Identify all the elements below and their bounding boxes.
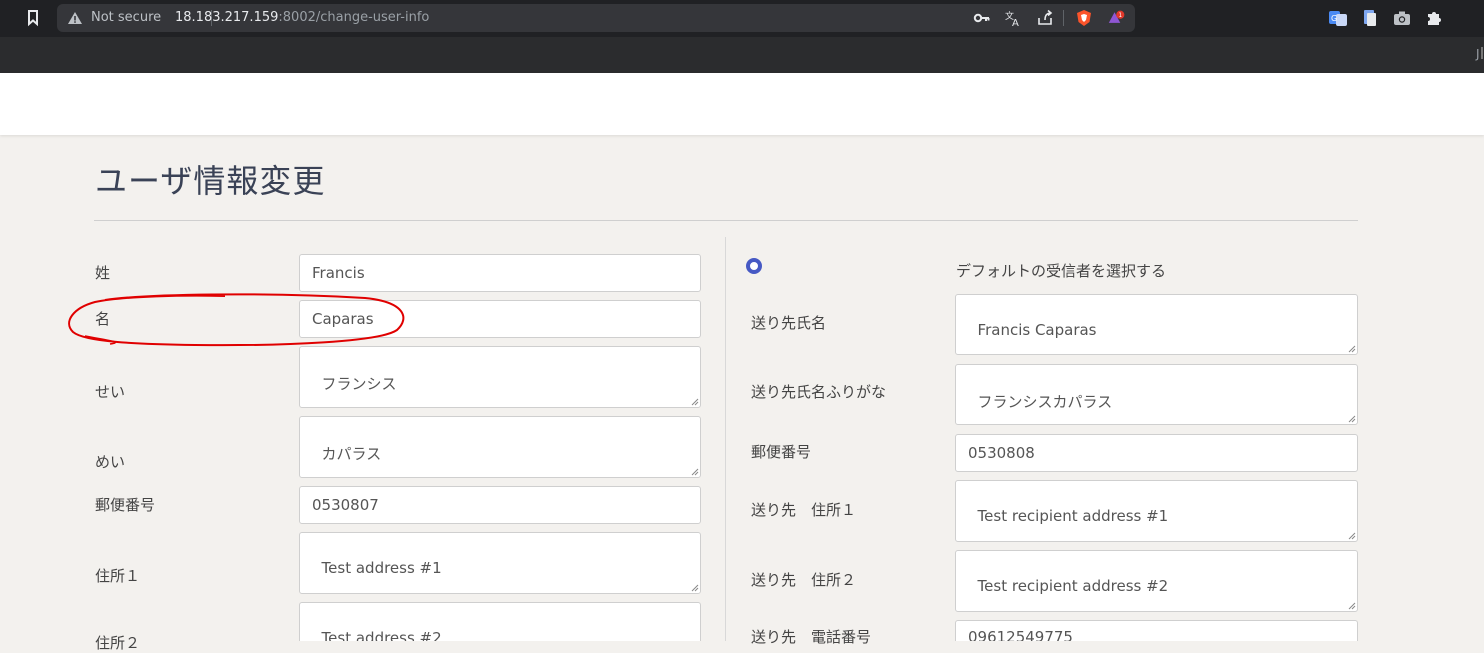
- resize-grip-icon[interactable]: [1347, 414, 1356, 423]
- bookmarks-bar: J: [0, 37, 1484, 73]
- camera-icon[interactable]: [1393, 9, 1411, 27]
- recipient-name-label: 送り先氏名: [751, 314, 827, 332]
- recipient-furigana-label: 送り先氏名ふりがな: [751, 383, 887, 401]
- svg-text:A: A: [1012, 18, 1019, 27]
- recipient-furigana-value: フランシスカパラス: [977, 393, 1113, 411]
- default-recipient-radio[interactable]: [746, 258, 762, 274]
- last-name-label: 姓: [95, 264, 111, 282]
- title-divider: [94, 220, 1358, 221]
- share-icon[interactable]: [1036, 9, 1054, 27]
- site-header: [0, 73, 1484, 135]
- documents-extension-icon[interactable]: [1361, 9, 1379, 27]
- sei-textarea[interactable]: フランシス: [299, 346, 701, 408]
- recipient-name-value: Francis Caparas: [977, 321, 1097, 339]
- recipient-address2-textarea[interactable]: Test recipient address #2: [955, 550, 1358, 612]
- recipient-address2-label: 送り先 住所２: [751, 571, 857, 589]
- browser-toolbar: Not secure 18.183.217.159:8002/change-us…: [0, 0, 1484, 37]
- resize-grip-icon[interactable]: [690, 397, 699, 406]
- mei-textarea[interactable]: カパラス: [299, 416, 701, 478]
- first-name-label: 名: [95, 310, 111, 328]
- last-name-input[interactable]: Francis: [299, 254, 701, 292]
- recipient-address2-value: Test recipient address #2: [977, 577, 1169, 595]
- first-name-input[interactable]: Caparas: [299, 300, 701, 338]
- postal-code-label: 郵便番号: [95, 496, 156, 514]
- resize-grip-icon[interactable]: [1347, 601, 1356, 610]
- sei-value: フランシス: [321, 375, 397, 393]
- translate-icon[interactable]: 文 A: [1004, 9, 1022, 27]
- recipient-name-textarea[interactable]: Francis Caparas: [955, 294, 1358, 355]
- address1-textarea[interactable]: Test address #1: [299, 532, 701, 594]
- mei-value: カパラス: [321, 445, 382, 463]
- mei-label: めい: [95, 453, 126, 471]
- extensions-puzzle-icon[interactable]: [1425, 9, 1443, 27]
- address1-value: Test address #1: [321, 559, 442, 577]
- url-host: 18.183.217.159: [175, 10, 279, 25]
- address-bar[interactable]: Not secure 18.183.217.159:8002/change-us…: [57, 4, 1135, 32]
- bookmarks-bar-text[interactable]: J: [1476, 47, 1480, 61]
- resize-grip-icon[interactable]: [1347, 344, 1356, 353]
- brave-shield-icon[interactable]: [1075, 9, 1093, 27]
- column-divider: [725, 237, 726, 641]
- url-text[interactable]: 18.183.217.159:8002/change-user-info: [175, 10, 429, 25]
- address2-textarea[interactable]: Test address #2: [299, 602, 701, 641]
- recipient-address1-textarea[interactable]: Test recipient address #1: [955, 480, 1358, 542]
- recipient-phone-input[interactable]: 09612549775: [955, 620, 1358, 641]
- security-status[interactable]: Not secure: [91, 10, 161, 25]
- recipient-furigana-textarea[interactable]: フランシスカパラス: [955, 364, 1358, 425]
- bookmark-icon[interactable]: [26, 9, 40, 27]
- rewards-badge-count: 1: [1118, 13, 1122, 19]
- svg-text:G: G: [1331, 14, 1337, 23]
- resize-grip-icon[interactable]: [690, 583, 699, 592]
- scrollbar-thumb[interactable]: [1481, 47, 1483, 59]
- address2-label: 住所２: [95, 634, 141, 652]
- recipient-address1-value: Test recipient address #1: [977, 507, 1169, 525]
- recipient-address1-label: 送り先 住所１: [751, 501, 857, 519]
- sei-label: せい: [95, 383, 126, 401]
- postal-code-input[interactable]: 0530807: [299, 486, 701, 524]
- default-recipient-label: デフォルトの受信者を選択する: [956, 262, 1167, 280]
- translate-extension-icon[interactable]: G: [1329, 9, 1347, 27]
- recipient-postal-label: 郵便番号: [751, 443, 812, 461]
- url-path: :8002/change-user-info: [278, 10, 430, 25]
- recipient-postal-input[interactable]: 0530808: [955, 434, 1358, 472]
- resize-grip-icon[interactable]: [690, 467, 699, 476]
- address2-value: Test address #2: [321, 629, 442, 641]
- page-title: ユーザ情報変更: [95, 162, 326, 200]
- brave-rewards-icon[interactable]: 1: [1108, 9, 1126, 27]
- address1-label: 住所１: [95, 567, 141, 585]
- warning-icon[interactable]: [67, 10, 83, 26]
- recipient-phone-label: 送り先 電話番号: [751, 628, 872, 646]
- omnibox-divider-2: [1063, 10, 1064, 26]
- resize-grip-icon[interactable]: [1347, 531, 1356, 540]
- key-icon[interactable]: [973, 9, 991, 27]
